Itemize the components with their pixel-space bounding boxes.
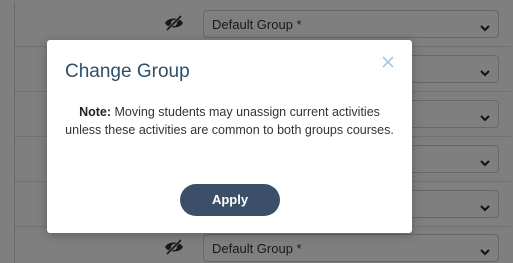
note-text: Moving students may unassign current act… bbox=[65, 105, 394, 137]
screen: Default Group * bbox=[0, 0, 513, 263]
change-group-dialog: Change Group Note: Moving students may u… bbox=[47, 40, 412, 233]
apply-button[interactable]: Apply bbox=[180, 184, 280, 216]
dialog-message: Note: Moving students may unassign curre… bbox=[61, 103, 398, 139]
note-label: Note: bbox=[79, 105, 112, 119]
close-icon[interactable] bbox=[380, 54, 396, 70]
dialog-title: Change Group bbox=[65, 61, 190, 82]
